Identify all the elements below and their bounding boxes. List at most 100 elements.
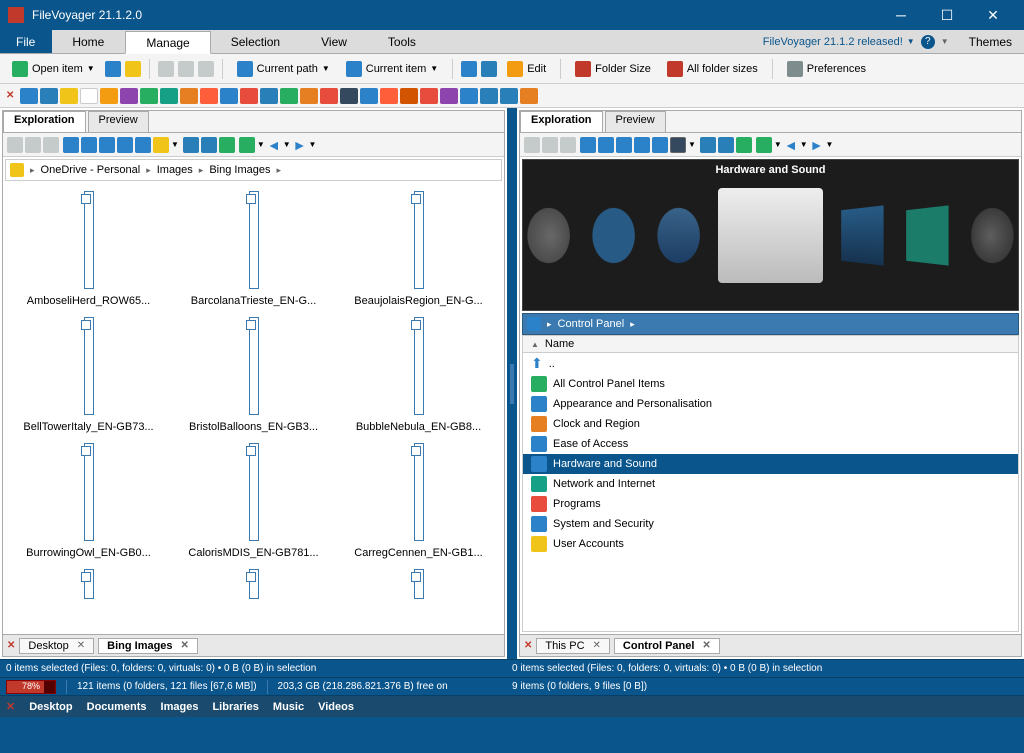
crumb-cp[interactable]: Control Panel — [558, 318, 625, 330]
cflow-right-1[interactable] — [841, 205, 883, 265]
lb-12[interactable] — [240, 88, 258, 104]
lb-14[interactable] — [280, 88, 298, 104]
rpt-6[interactable] — [616, 137, 632, 153]
lpt-2[interactable] — [25, 137, 41, 153]
copy-icon[interactable] — [178, 61, 194, 77]
thumb-item[interactable] — [249, 443, 259, 541]
rpt-3[interactable] — [560, 137, 576, 153]
rpt-8[interactable] — [652, 137, 668, 153]
lb-21[interactable] — [420, 88, 438, 104]
fav-music[interactable]: Music — [273, 701, 304, 713]
rpt-2[interactable] — [542, 137, 558, 153]
lb-4[interactable] — [80, 88, 98, 104]
cflow-left-2[interactable] — [592, 205, 634, 265]
thumb-item[interactable] — [414, 191, 424, 289]
footer-close[interactable]: ✕ — [6, 700, 15, 713]
lpt-9[interactable] — [153, 137, 169, 153]
left-bottomtab-close[interactable]: ✕ — [7, 640, 15, 651]
tb-icon-3[interactable] — [461, 61, 477, 77]
lb-6[interactable] — [120, 88, 138, 104]
current-item-button[interactable]: Current item▼ — [340, 59, 444, 79]
fav-documents[interactable]: Documents — [87, 701, 147, 713]
thumb-item[interactable] — [414, 443, 424, 541]
menu-selection[interactable]: Selection — [211, 30, 301, 53]
thumb-item[interactable] — [84, 191, 94, 289]
coverflow-preview[interactable]: Hardware and Sound — [522, 159, 1019, 311]
split-divider[interactable] — [507, 108, 517, 659]
lpt-4[interactable] — [63, 137, 79, 153]
forward-arrow-icon-r[interactable]: ► — [810, 137, 824, 153]
lpt-8[interactable] — [135, 137, 151, 153]
minimize-button[interactable]: ─ — [878, 0, 924, 30]
lb-17[interactable] — [340, 88, 358, 104]
rpt-13[interactable] — [756, 137, 772, 153]
left-breadcrumb[interactable]: ▸ OneDrive - Personal ▸ Images ▸ Bing Im… — [5, 159, 502, 181]
cflow-right-2[interactable] — [906, 205, 948, 265]
lb-25[interactable] — [500, 88, 518, 104]
thumb-item[interactable] — [84, 317, 94, 415]
thumb-item[interactable] — [249, 317, 259, 415]
cflow-left-1[interactable] — [657, 205, 699, 265]
cut-icon[interactable] — [158, 61, 174, 77]
maximize-button[interactable]: ☐ — [924, 0, 970, 30]
folder-size-button[interactable]: Folder Size — [569, 59, 657, 79]
lpt-3[interactable] — [43, 137, 59, 153]
left-btab-desktop[interactable]: Desktop✕ — [19, 638, 94, 654]
right-breadcrumb[interactable]: ▸ Control Panel ▸ — [522, 313, 1019, 335]
lb-18[interactable] — [360, 88, 378, 104]
fav-libraries[interactable]: Libraries — [212, 701, 258, 713]
right-btab-thispc[interactable]: This PC✕ — [536, 638, 610, 654]
themes-button[interactable]: Themes — [957, 30, 1024, 53]
thumbnail-view[interactable]: AmboseliHerd_ROW65...BarcolanaTrieste_EN… — [3, 183, 504, 634]
tb-icon-4[interactable] — [481, 61, 497, 77]
paste-icon[interactable] — [198, 61, 214, 77]
lpt-5[interactable] — [81, 137, 97, 153]
list-item[interactable]: All Control Panel Items — [523, 374, 1018, 394]
left-tab-preview[interactable]: Preview — [88, 111, 149, 132]
current-path-button[interactable]: Current path▼ — [231, 59, 336, 79]
launchbar-close[interactable]: ✕ — [6, 90, 14, 101]
list-item[interactable]: Hardware and Sound — [523, 454, 1018, 474]
lb-9[interactable] — [180, 88, 198, 104]
list-item[interactable]: Ease of Access — [523, 434, 1018, 454]
list-item[interactable]: Clock and Region — [523, 414, 1018, 434]
crumb-2[interactable]: Images — [157, 164, 193, 176]
thumb-item[interactable] — [249, 569, 259, 599]
crumb-1[interactable]: OneDrive - Personal — [41, 164, 141, 176]
rpt-9[interactable] — [670, 137, 686, 153]
fav-desktop[interactable]: Desktop — [29, 701, 72, 713]
thumb-item[interactable] — [84, 443, 94, 541]
lb-13[interactable] — [260, 88, 278, 104]
rpt-11[interactable] — [718, 137, 734, 153]
lpt-11[interactable] — [201, 137, 217, 153]
right-listview[interactable]: ▲Name ⬆.. All Control Panel ItemsAppeara… — [522, 335, 1019, 632]
lb-26[interactable] — [520, 88, 538, 104]
preferences-button[interactable]: Preferences — [781, 59, 872, 79]
lb-8[interactable] — [160, 88, 178, 104]
all-folder-sizes-button[interactable]: All folder sizes — [661, 59, 764, 79]
list-item[interactable]: Programs — [523, 494, 1018, 514]
edit-button[interactable]: Edit — [501, 59, 552, 79]
lpt-12[interactable] — [219, 137, 235, 153]
list-item[interactable]: User Accounts — [523, 534, 1018, 554]
right-tab-exploration[interactable]: Exploration — [520, 111, 603, 132]
help-icon[interactable]: ? — [921, 35, 935, 49]
rpt-1[interactable] — [524, 137, 540, 153]
cflow-right-3[interactable] — [971, 205, 1013, 265]
right-tab-preview[interactable]: Preview — [605, 111, 666, 132]
list-item[interactable]: Network and Internet — [523, 474, 1018, 494]
tb-icon-1[interactable] — [105, 61, 121, 77]
menu-tools[interactable]: Tools — [368, 30, 437, 53]
rpt-12[interactable] — [736, 137, 752, 153]
lb-1[interactable] — [20, 88, 38, 104]
lb-11[interactable] — [220, 88, 238, 104]
thumb-item[interactable] — [414, 569, 424, 599]
rpt-4[interactable] — [580, 137, 596, 153]
right-btab-cp[interactable]: Control Panel✕ — [614, 638, 720, 654]
up-row[interactable]: ⬆.. — [523, 353, 1018, 374]
left-tab-exploration[interactable]: Exploration — [3, 111, 86, 132]
fav-images[interactable]: Images — [161, 701, 199, 713]
menu-view[interactable]: View — [301, 30, 368, 53]
menu-manage[interactable]: Manage — [125, 31, 210, 54]
back-arrow-icon[interactable]: ◄ — [267, 137, 281, 153]
